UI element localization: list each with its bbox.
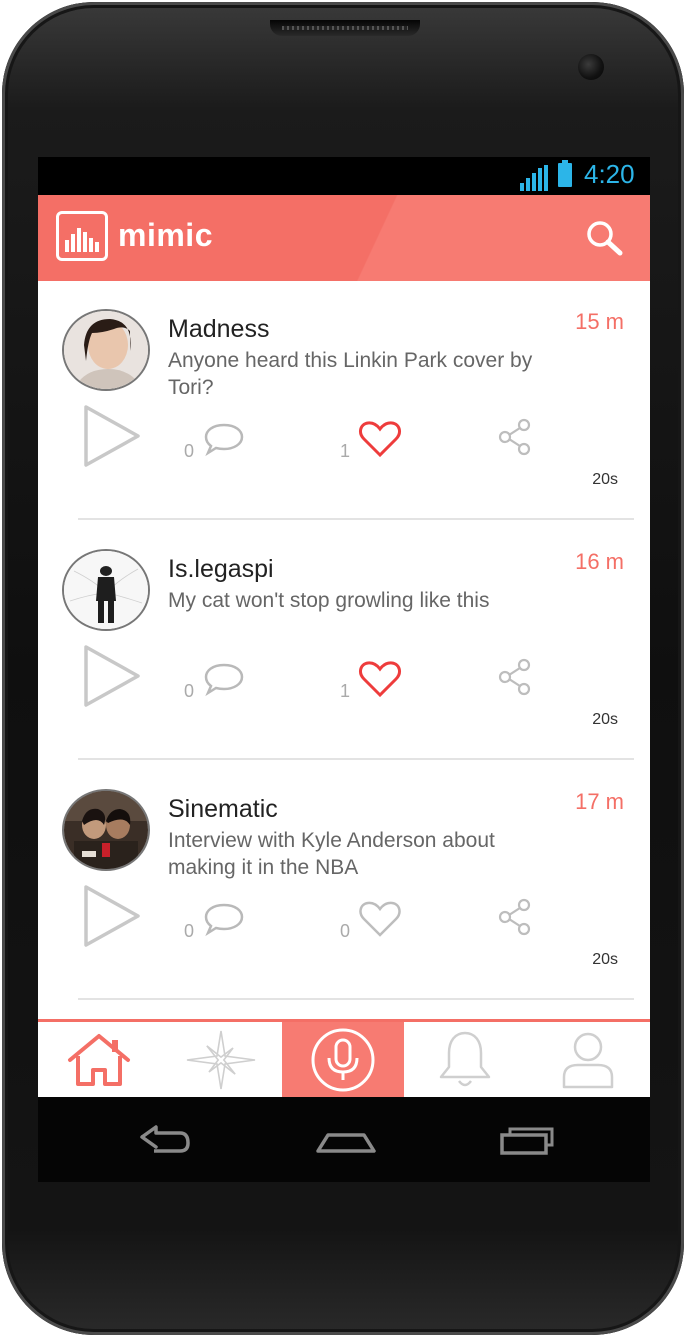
status-bar: 4:20 [38, 157, 650, 195]
share-icon[interactable] [498, 657, 532, 697]
app-bar: mimic [38, 195, 650, 281]
post-text: Anyone heard this Linkin Park cover by T… [168, 349, 533, 399]
comment-icon[interactable] [202, 901, 246, 937]
system-nav-bar [38, 1097, 650, 1182]
like-count: 1 [340, 441, 351, 461]
audio-duration: 20s [592, 711, 618, 728]
status-time: 4:20 [584, 159, 635, 189]
post-time: 17 m [575, 789, 624, 814]
user-icon [562, 1032, 614, 1088]
comment-count: 0 [184, 441, 195, 461]
comment-count: 0 [184, 921, 195, 941]
tab-notifications[interactable] [404, 1022, 526, 1097]
divider [78, 758, 634, 760]
post-time: 16 m [575, 549, 624, 574]
like-count: 0 [340, 921, 351, 941]
back-icon[interactable] [134, 1115, 194, 1165]
battery-icon [558, 160, 572, 187]
feed-post: Madness 15 m Anyone heard this Linkin Pa… [38, 281, 650, 521]
post-text: My cat won't stop growling like this [168, 589, 490, 612]
tab-record[interactable] [282, 1022, 404, 1097]
home-icon [68, 1033, 130, 1086]
share-icon[interactable] [498, 897, 532, 937]
bell-icon [439, 1031, 491, 1086]
compass-star-icon [186, 1030, 256, 1089]
heart-icon[interactable] [358, 419, 402, 459]
comment-count: 0 [184, 681, 195, 701]
post-text: Interview with Kyle Anderson about makin… [168, 829, 495, 879]
equalizer-logo-icon [56, 211, 108, 261]
heart-icon[interactable] [358, 659, 402, 699]
like-count: 1 [340, 681, 351, 701]
screen: 4:20 mimic Madness 15 m Anyone heard thi… [38, 157, 650, 1182]
post-time: 15 m [575, 309, 624, 334]
tab-home[interactable] [38, 1022, 160, 1097]
signal-icon [520, 165, 548, 191]
audio-duration: 20s [592, 951, 618, 968]
feed-list: Madness 15 m Anyone heard this Linkin Pa… [38, 281, 650, 1021]
avatar[interactable] [62, 549, 150, 631]
recent-apps-icon[interactable] [498, 1115, 558, 1165]
avatar[interactable] [62, 309, 150, 391]
tab-explore[interactable] [160, 1022, 282, 1097]
front-camera [578, 54, 604, 80]
search-icon [587, 221, 623, 256]
heart-icon[interactable] [358, 899, 402, 939]
play-icon[interactable] [82, 883, 142, 949]
microphone-icon [311, 1028, 375, 1091]
home-nav-icon[interactable] [314, 1115, 378, 1165]
play-icon[interactable] [82, 403, 142, 469]
play-icon[interactable] [82, 643, 142, 709]
feed-post: Is.legaspi 16 m My cat won't stop growli… [38, 521, 650, 761]
audio-duration: 20s [592, 471, 618, 488]
share-icon[interactable] [498, 417, 532, 457]
avatar[interactable] [62, 789, 150, 871]
app-title: mimic [118, 217, 213, 253]
comment-icon[interactable] [202, 421, 246, 457]
divider [78, 998, 634, 1000]
bottom-tab-bar [38, 1019, 650, 1097]
post-username[interactable]: Sinematic [168, 795, 278, 824]
post-username[interactable]: Madness [168, 315, 269, 344]
phone-frame: 4:20 mimic Madness 15 m Anyone heard thi… [2, 2, 684, 1335]
divider [78, 518, 634, 520]
feed-post: Sinematic 17 m Interview with Kyle Ander… [38, 761, 650, 1001]
earpiece-speaker [270, 20, 420, 36]
search-button[interactable] [584, 219, 628, 259]
comment-icon[interactable] [202, 661, 246, 697]
post-username[interactable]: Is.legaspi [168, 555, 274, 584]
tab-profile[interactable] [526, 1022, 650, 1097]
